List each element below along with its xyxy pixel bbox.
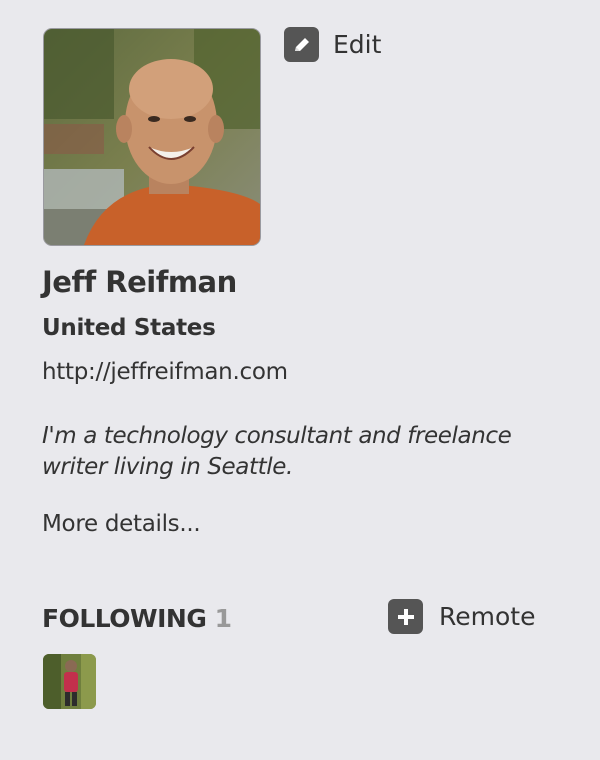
profile-photo — [43, 28, 261, 246]
plus-icon — [388, 599, 423, 634]
profile-website-link[interactable]: http://jeffreifman.com — [42, 359, 288, 385]
following-label: FOLLOWING — [42, 604, 207, 633]
following-count: 1 — [214, 604, 232, 633]
user-avatar-image — [43, 654, 96, 709]
following-heading: FOLLOWING 1 — [42, 604, 232, 633]
following-user-avatar[interactable] — [43, 654, 96, 709]
profile-location: United States — [42, 315, 216, 341]
remote-label: Remote — [439, 602, 536, 631]
edit-button[interactable]: Edit — [284, 27, 381, 62]
profile-name: Jeff Reifman — [42, 265, 237, 299]
edit-label: Edit — [333, 30, 382, 59]
profile-photo-image — [44, 29, 260, 245]
profile-bio: I'm a technology consultant and freelanc… — [42, 423, 512, 480]
more-details-link[interactable]: More details... — [42, 511, 201, 537]
remote-follow-button[interactable]: Remote — [388, 599, 535, 634]
pencil-icon — [284, 27, 319, 62]
